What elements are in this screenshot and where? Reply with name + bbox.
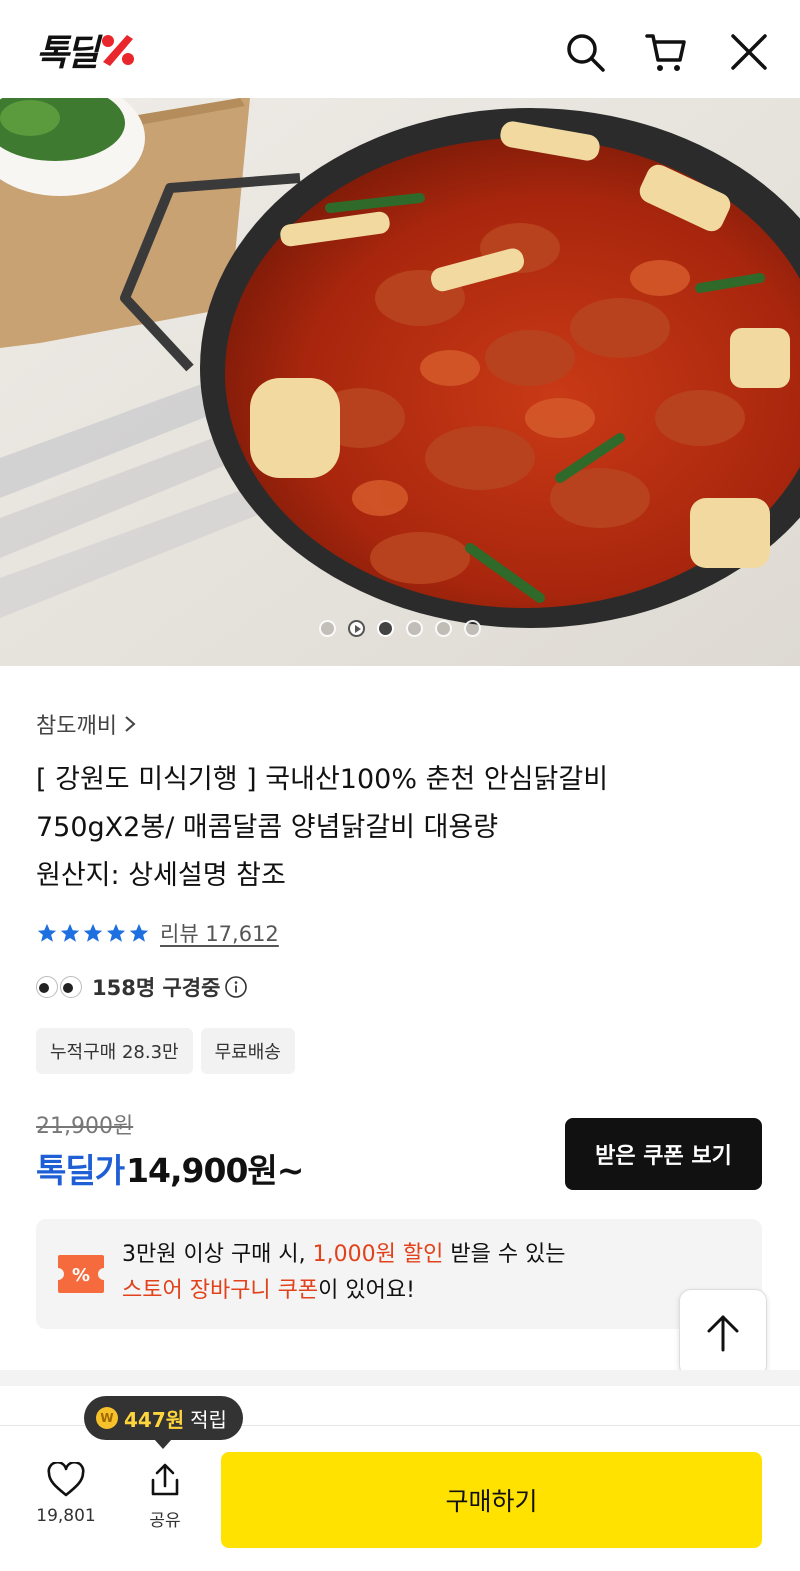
reward-label: 적립 <box>190 1407 227 1432</box>
carousel-dot[interactable] <box>435 620 452 637</box>
carousel-dot-active[interactable] <box>377 620 394 637</box>
like-button[interactable]: 19,801 <box>26 1460 106 1526</box>
product-tags: 누적구매 28.3만 무료배송 <box>36 1028 295 1074</box>
deal-price-row: 톡딜가 14,900원~ <box>36 1144 304 1192</box>
star-icon <box>106 923 126 942</box>
product-photo <box>0 98 800 666</box>
carousel-dot[interactable] <box>464 620 481 637</box>
like-count: 19,801 <box>36 1506 96 1526</box>
eyes-icon <box>36 976 82 998</box>
promo-line-1: 3만원 이상 구매 시, 1,000원 할인 받을 수 있는 <box>122 1242 566 1267</box>
product-image-carousel[interactable] <box>0 98 800 666</box>
star-icon <box>83 923 103 942</box>
info-icon[interactable] <box>224 975 248 999</box>
star-icon <box>129 923 149 942</box>
buy-button[interactable]: 구매하기 <box>221 1452 762 1548</box>
seller-name: 참도깨비 <box>36 714 117 739</box>
carousel-dot[interactable] <box>406 620 423 637</box>
star-icon <box>37 923 57 942</box>
product-title: [ 강원도 미식기행 ] 국내산100% 춘천 안심닭갈비 750gX2봉/ 매… <box>36 756 756 900</box>
original-price: 21,900원 <box>36 1114 134 1139</box>
logo[interactable]: 톡딜 <box>36 30 136 74</box>
viewers-row: 158명 구경중 <box>36 972 248 1002</box>
deal-price-value: 14,900원~ <box>126 1151 304 1190</box>
product-title-line: 원산지: 상세설명 참조 <box>36 860 286 891</box>
share-label: 공유 <box>149 1511 181 1531</box>
share-icon <box>151 1463 179 1496</box>
rating-row: 리뷰 17,612 <box>36 918 279 948</box>
carousel-dot[interactable] <box>319 620 336 637</box>
star-rating <box>36 922 150 944</box>
coupon-icon: % <box>58 1255 104 1293</box>
close-icon[interactable] <box>727 30 771 74</box>
tag-cumulative-purchases: 누적구매 28.3만 <box>36 1028 193 1074</box>
cart-coupon-banner[interactable]: % 3만원 이상 구매 시, 1,000원 할인 받을 수 있는 스토어 장바구… <box>36 1219 762 1329</box>
viewers-count: 158명 구경중 <box>92 976 221 1000</box>
heart-icon <box>47 1460 85 1497</box>
deal-price-label: 톡딜가 <box>36 1151 125 1190</box>
star-icon <box>60 923 80 942</box>
arrow-up-icon <box>707 1315 739 1352</box>
product-title-line: [ 강원도 미식기행 ] 국내산100% 춘천 안심닭갈비 <box>36 764 609 795</box>
view-coupons-button[interactable]: 받은 쿠폰 보기 <box>565 1118 762 1190</box>
search-icon[interactable] <box>563 30 607 74</box>
tag-free-shipping: 무료배송 <box>200 1028 295 1074</box>
video-play-dot[interactable] <box>348 620 365 637</box>
section-divider <box>0 1370 800 1386</box>
svg-text:%: % <box>72 1265 90 1286</box>
promo-text: 3만원 이상 구매 시, 1,000원 할인 받을 수 있는 스토어 장바구니 … <box>122 1237 566 1309</box>
product-title-line: 750gX2봉/ 매콤달콤 양념닭갈비 대용량 <box>36 812 499 843</box>
reward-amount: 447원 <box>124 1407 185 1432</box>
cart-icon[interactable] <box>644 30 688 74</box>
chevron-right-icon <box>125 716 136 732</box>
share-button[interactable]: 공유 <box>125 1462 205 1531</box>
promo-line-2: 스토어 장바구니 쿠폰이 있어요! <box>122 1278 415 1303</box>
seller-link[interactable]: 참도깨비 <box>36 708 137 740</box>
carousel-indicator <box>0 620 800 637</box>
reward-points-tooltip: W 447원 적립 <box>84 1396 243 1449</box>
scroll-to-top-button[interactable] <box>679 1289 767 1377</box>
logo-percent-icon <box>102 35 135 66</box>
coin-icon: W <box>96 1407 118 1429</box>
review-count-link[interactable]: 리뷰 17,612 <box>160 918 279 948</box>
logo-text: 톡딜 <box>36 33 99 74</box>
app-header: 톡딜 <box>0 0 800 98</box>
